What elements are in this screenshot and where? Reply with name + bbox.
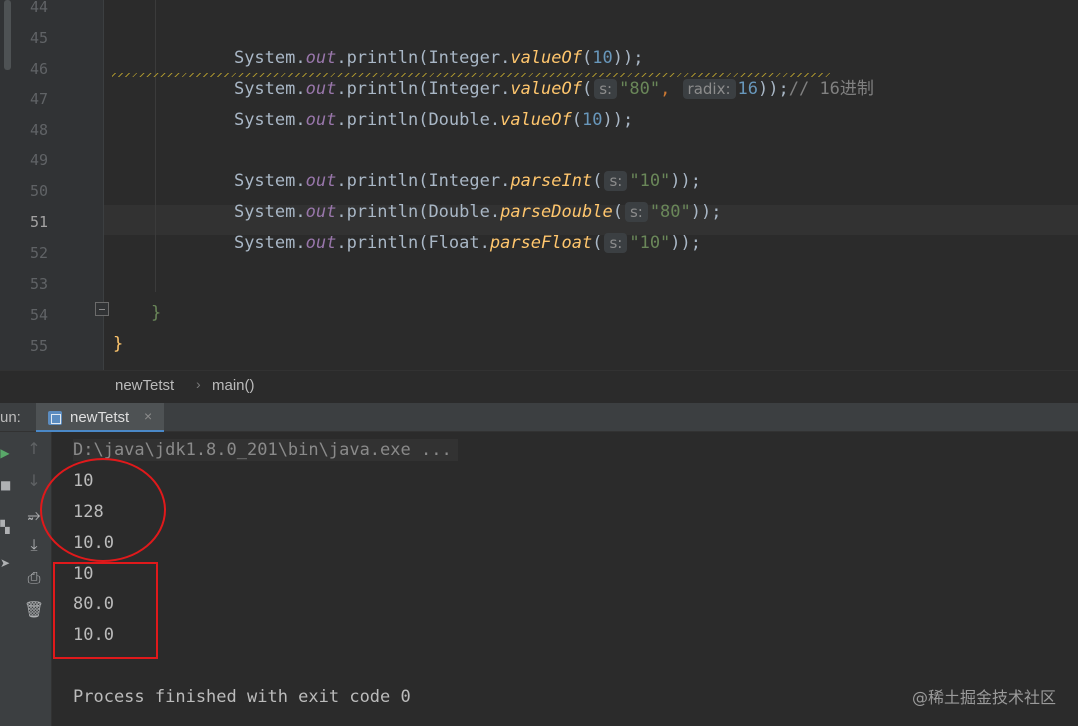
application-icon [48,411,62,425]
run-toolbar: ▶ ■ ▚ ➤ ↑ ↓ ⥴ ⤓ ⎙ 🗑 [0,432,52,726]
parameter-hint: radix: [682,79,736,99]
code-line-51[interactable]: System.out.println(Float.parseFloat(s: "1… [193,210,701,276]
tab-newtetst[interactable]: newTetst × [36,403,164,433]
code-token-number: 10 [582,110,603,130]
arrow-down-icon[interactable]: ↓ [23,470,45,492]
line-number: 55 [29,337,48,355]
indent-guide [155,0,156,292]
code-editor[interactable]: 44 45 46 47 48 49 50 51 52 53 54 55 Syst… [0,0,1078,370]
code-token-string: "10" [629,233,671,253]
class-closing-brace: } [113,334,124,354]
tab-label: newTetst [70,409,130,426]
line-number: 54 [29,306,48,324]
print-icon[interactable]: ⎙ [23,567,45,589]
code-token: )); [670,233,702,253]
annotation-red-rectangle [53,562,158,659]
rerun-icon[interactable]: ▶ [0,442,10,464]
parameter-hint: s: [604,233,628,253]
line-number: 48 [29,121,48,139]
line-number: 53 [29,275,48,293]
code-token: System. [233,233,306,253]
line-number: 49 [29,151,48,169]
project-sidebar-strip [0,0,14,370]
line-number: 46 [29,60,48,78]
run-label: un: [0,409,21,426]
code-token: )); [758,79,789,99]
code-token: ( [571,110,582,130]
stop-icon[interactable]: ■ [0,474,11,496]
breadcrumb-item-method[interactable]: main() [212,377,255,394]
code-token: System. [233,110,306,130]
trash-icon[interactable]: 🗑 [23,599,45,621]
fold-icon[interactable] [95,302,109,316]
code-token-method: parseFloat [489,233,593,253]
run-tool-window-header: un: newTetst × [0,402,1078,433]
code-token: ( [592,233,603,253]
console-command-line: D:\java\jdk1.8.0_201\bin\java.exe ... [73,439,458,461]
breadcrumb: newTetst › main() [0,370,1078,402]
line-number: 52 [29,244,48,262]
code-token-number: 16 [737,79,759,99]
watermark: @稀土掘金技术社区 [911,688,1056,707]
annotation-red-ellipse [40,458,166,562]
code-token: .println(Float. [336,233,490,253]
line-number: 50 [29,182,48,200]
code-token-field: out [305,110,337,130]
scroll-to-end-icon[interactable]: ⤓ [23,534,45,556]
code-token-method: valueOf [500,110,572,130]
console-output[interactable]: D:\java\jdk1.8.0_201\bin\java.exe ... 10… [52,432,1078,726]
code-token: )); [602,110,634,130]
arrow-up-icon[interactable]: ↑ [23,438,45,460]
line-number-active: 51 [29,213,48,231]
code-token-field: out [305,233,337,253]
breadcrumb-separator: › [196,376,201,392]
pin-icon[interactable]: ➤ [0,552,10,574]
console-exit-message: Process finished with exit code 0 [73,687,411,707]
breadcrumb-item-class[interactable]: newTetst [115,377,174,394]
method-closing-brace: } [151,303,162,323]
layout-icon[interactable]: ▚ [0,516,10,538]
code-comment: // 16进制 [788,79,874,99]
sidebar-scroll-thumb[interactable] [4,0,11,70]
line-number: 47 [29,90,48,108]
line-number: 45 [29,29,48,47]
line-number: 44 [29,0,48,16]
close-icon[interactable]: × [144,408,152,424]
code-line-47[interactable]: System.out.println(Double.valueOf(10)); [193,87,633,153]
code-token: .println(Double. [336,110,501,130]
code-token: , [660,79,681,99]
